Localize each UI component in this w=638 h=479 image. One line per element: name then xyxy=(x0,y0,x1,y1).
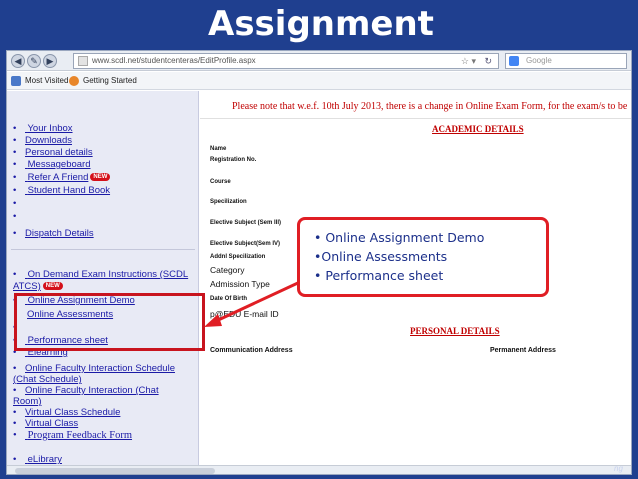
personal-details-header: PERSONAL DETAILS xyxy=(410,326,500,336)
bookmark-icon xyxy=(11,76,21,86)
scroll-thumb[interactable] xyxy=(15,468,215,474)
sidebar-item-exam-instructions[interactable]: • On Demand Exam Instructions (SCDL xyxy=(13,269,188,280)
sidebar-item-virtual-schedule[interactable]: • Virtual Class Schedule xyxy=(13,407,120,418)
sidebar-item-virtual-class[interactable]: • Virtual Class xyxy=(13,418,78,429)
new-badge: NEW xyxy=(42,282,63,291)
sidebar-item-faculty-chat[interactable]: • Online Faculty Interaction (Chat xyxy=(13,385,159,396)
notice-divider xyxy=(200,118,631,119)
bookmark-getting-started[interactable]: Getting Started xyxy=(69,72,137,90)
callout-line: • Online Assignment Demo xyxy=(314,230,485,245)
new-badge: NEW xyxy=(90,173,111,182)
field-edu-email: p@EDU E-mail ID xyxy=(210,309,279,319)
slide-title: Assignment xyxy=(208,2,434,46)
search-placeholder: Google xyxy=(526,56,552,65)
academic-details-header: ACADEMIC DETAILS xyxy=(432,124,524,134)
bookmark-star-icon[interactable]: ☆ ▾ xyxy=(461,54,476,68)
reload-icon[interactable]: ↻ xyxy=(484,54,492,68)
field-date-of-birth: Date Of Birth xyxy=(210,296,248,302)
sidebar-item-refer-friend[interactable]: • Refer A Friend NEW xyxy=(13,172,111,183)
field-specialization: Specilization xyxy=(210,199,247,205)
field-name: Name xyxy=(210,146,227,152)
field-admission-type: Admission Type xyxy=(210,279,270,289)
sidebar-item-faculty-schedule[interactable]: • Online Faculty Interaction Schedule xyxy=(13,363,175,374)
sidebar-item-messageboard[interactable]: • Messageboard xyxy=(13,159,91,170)
navigation-toolbar: ◀ ✎ ▶ www.scdl.net/studentcenteras/EditP… xyxy=(7,51,631,71)
field-addnl-specialization: Addnl Specilization xyxy=(210,254,266,260)
sidebar-item-downloads[interactable]: • Downloads xyxy=(13,135,72,146)
bookmark-label: Getting Started xyxy=(83,76,137,85)
sidebar-item-inbox[interactable]: • Your Inbox xyxy=(13,123,73,134)
sidebar-divider xyxy=(11,249,195,250)
forward-icon[interactable]: ▶ xyxy=(43,54,57,68)
sidebar-menu: • Your Inbox • Downloads • Personal detail… xyxy=(7,91,199,474)
field-course: Course xyxy=(210,179,231,185)
address-bar[interactable]: www.scdl.net/studentcenteras/EditProfile… xyxy=(73,53,499,69)
google-icon[interactable] xyxy=(509,56,519,66)
permanent-address-label: Permanent Address xyxy=(490,347,556,354)
sidebar-item-atcs[interactable]: ATCS) NEW xyxy=(13,281,63,292)
url-text: www.scdl.net/studentcenteras/EditProfile… xyxy=(92,56,256,65)
horizontal-scrollbar[interactable] xyxy=(7,465,631,474)
sidebar-item-elibrary[interactable]: • eLibrary xyxy=(13,454,62,465)
empty-bullet: • xyxy=(13,211,17,222)
callout-line: • Performance sheet xyxy=(314,268,444,283)
callout-box: • Online Assignment Demo •Online Assessm… xyxy=(297,217,549,297)
firefox-icon xyxy=(69,76,79,86)
notice-text: Please note that w.e.f. 10th July 2013, … xyxy=(232,101,628,112)
tools-icon[interactable]: ✎ xyxy=(27,54,41,68)
back-icon[interactable]: ◀ xyxy=(11,54,25,68)
field-elective-sem4: Elective Subject(Sem IV) xyxy=(210,241,281,247)
field-category: Category xyxy=(210,265,245,275)
empty-bullet: • xyxy=(13,198,17,209)
page-icon xyxy=(78,56,88,66)
sidebar-item-chat-schedule[interactable]: (Chat Schedule) xyxy=(13,374,82,385)
sidebar-item-dispatch[interactable]: • Dispatch Details xyxy=(13,228,94,239)
corner-text: ng xyxy=(614,464,623,473)
content-blank-area xyxy=(200,413,631,465)
sidebar-item-hand-book[interactable]: • Student Hand Book xyxy=(13,185,110,196)
callout-line: •Online Assessments xyxy=(314,249,448,264)
sidebar-item-chat-room[interactable]: Room) xyxy=(13,396,42,407)
field-registration: Registration No. xyxy=(210,157,257,163)
bookmarks-toolbar: Most Visited Getting Started xyxy=(7,72,631,90)
highlight-box xyxy=(14,293,205,351)
field-elective-sem3: Elective Subject (Sem III) xyxy=(210,220,282,226)
search-input[interactable]: Google xyxy=(505,53,627,69)
sidebar-item-personal-details[interactable]: • Personal details xyxy=(13,147,93,158)
sidebar-item-feedback-form[interactable]: • Program Feedback Form xyxy=(13,430,132,441)
communication-address-label: Communication Address xyxy=(210,347,293,354)
bookmark-most-visited[interactable]: Most Visited xyxy=(11,72,68,90)
bookmark-label: Most Visited xyxy=(25,76,69,85)
